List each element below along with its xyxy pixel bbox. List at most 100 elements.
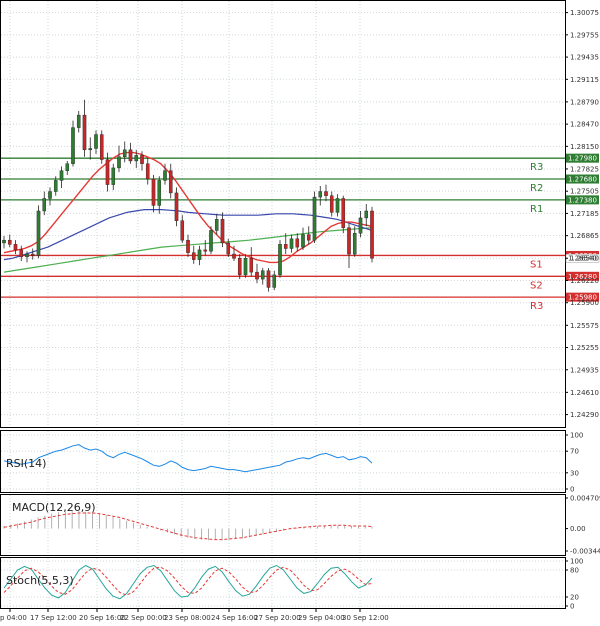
price-tick-label: 1.24935 xyxy=(570,366,599,374)
candle-body xyxy=(82,114,87,151)
price-tick-label: 1.26865 xyxy=(570,232,599,240)
candle-body xyxy=(347,227,351,255)
candle-body xyxy=(128,149,133,162)
candle-body xyxy=(283,244,288,249)
panel-tick-label: 70 xyxy=(570,448,579,456)
candle-body xyxy=(145,163,150,180)
time-axis: p 04:00 17 Sep 12:00 20 Sep 16:0022 Sep 00… xyxy=(0,608,389,622)
price-tick-label: 1.28150 xyxy=(570,143,599,151)
candle-body xyxy=(105,159,110,185)
rsi-title: RSI(14) xyxy=(6,457,46,470)
level-price-text: 1.27980 xyxy=(568,155,597,163)
time-tick-label: 23 Sep 08:00 xyxy=(164,614,211,622)
candle xyxy=(278,240,282,278)
price-tick-label: 1.24610 xyxy=(570,389,599,397)
candle-body xyxy=(111,167,116,185)
price-tick-label: 1.26220 xyxy=(570,277,599,285)
candle xyxy=(341,195,346,234)
price-tick-label: 1.24290 xyxy=(570,411,599,419)
price-tick-label: 1.25575 xyxy=(570,322,599,330)
candle-body xyxy=(352,233,357,255)
candle-body xyxy=(19,249,24,258)
candle-body xyxy=(237,258,242,276)
candle-body xyxy=(71,127,75,164)
time-tick-label: 24 Sep 16:00 xyxy=(211,614,258,622)
price-tick-label: 1.27825 xyxy=(570,165,599,173)
candle-body xyxy=(226,242,231,255)
price-tick-label: 1.27185 xyxy=(570,210,599,218)
level-label-r2: R2 xyxy=(530,183,543,194)
candle-body xyxy=(36,210,41,256)
candle-body xyxy=(203,249,208,252)
candle-body xyxy=(180,220,185,241)
panel-tick-label: -0.003449 xyxy=(570,548,600,556)
candle xyxy=(209,226,213,255)
candle xyxy=(36,205,41,259)
candle-body xyxy=(117,156,121,169)
candle-body xyxy=(25,253,29,258)
time-tick-label: p 04:00 xyxy=(0,614,27,622)
candle xyxy=(71,120,75,167)
candle xyxy=(312,191,317,243)
level-price-text: 1.27380 xyxy=(568,196,597,204)
stoch-panel xyxy=(0,557,566,609)
candle-body xyxy=(2,239,6,244)
candle-body xyxy=(88,148,93,151)
candle-body xyxy=(65,163,70,171)
level-price-text: 1.27680 xyxy=(568,176,597,184)
candle-body xyxy=(140,155,144,164)
time-tick-label: 17 Sep 12:00 xyxy=(30,614,77,622)
candle-body xyxy=(301,234,305,248)
candle-body xyxy=(295,238,300,248)
price-axis: 1.30075 1.29755 1.29435 1.29115 1.28790 1.284… xyxy=(565,9,599,419)
candle-body xyxy=(364,210,369,219)
candle-body xyxy=(341,198,346,228)
price-tick-label: 1.28470 xyxy=(570,121,599,129)
panel-tick-label: 0.00 xyxy=(570,525,586,533)
time-tick-label: 27 Sep 20:00 xyxy=(254,614,301,622)
panel-tick-label: 80 xyxy=(570,567,579,575)
candle-body xyxy=(209,230,213,252)
panel-tick-label: 30 xyxy=(570,469,579,477)
candle-body xyxy=(266,270,271,288)
candle-body xyxy=(324,191,328,196)
candle-body xyxy=(186,239,190,253)
price-tick-label: 1.26540 xyxy=(570,255,599,263)
candle-body xyxy=(157,180,162,206)
candle-body xyxy=(197,249,202,260)
panel-tick-label: 0.004709 xyxy=(570,495,600,503)
candle-body xyxy=(99,134,104,160)
candle-body xyxy=(151,178,156,206)
level-label-s3: R3 xyxy=(530,301,543,312)
level-label-s2: S2 xyxy=(530,280,543,291)
panel-tick-label: 20 xyxy=(570,594,579,602)
candle-body xyxy=(7,239,12,245)
candle xyxy=(99,130,104,164)
candle-body xyxy=(30,253,35,256)
time-tick-label: 30 Sep 12:00 xyxy=(342,614,389,622)
candle xyxy=(370,206,374,263)
panel-tick-label: 0 xyxy=(570,486,574,494)
price-tick-label: 1.30075 xyxy=(570,9,599,17)
candle-body xyxy=(122,149,127,157)
candle-body xyxy=(358,217,363,234)
candle-body xyxy=(255,271,259,280)
candle-body xyxy=(214,219,219,231)
forex-chart: R31.27980R21.27680R11.27380S11.26580S21.… xyxy=(0,0,600,622)
candle-body xyxy=(220,219,225,244)
price-tick-label: 1.29115 xyxy=(570,76,599,84)
candle-body xyxy=(249,258,254,273)
price-tick-label: 1.25900 xyxy=(570,299,599,307)
candle-body xyxy=(335,198,340,213)
candle-body xyxy=(243,258,248,276)
candle-body xyxy=(370,210,374,259)
time-tick-label: 29 Sep 04:00 xyxy=(298,614,345,622)
candle-body xyxy=(168,170,173,194)
candle-body xyxy=(312,196,317,241)
candle-body xyxy=(318,191,323,198)
candle-body xyxy=(76,114,81,128)
level-label-r3: R3 xyxy=(530,162,543,173)
price-tick-label: 1.25255 xyxy=(570,344,599,352)
candle-body xyxy=(306,234,311,241)
candle-body xyxy=(94,134,98,149)
